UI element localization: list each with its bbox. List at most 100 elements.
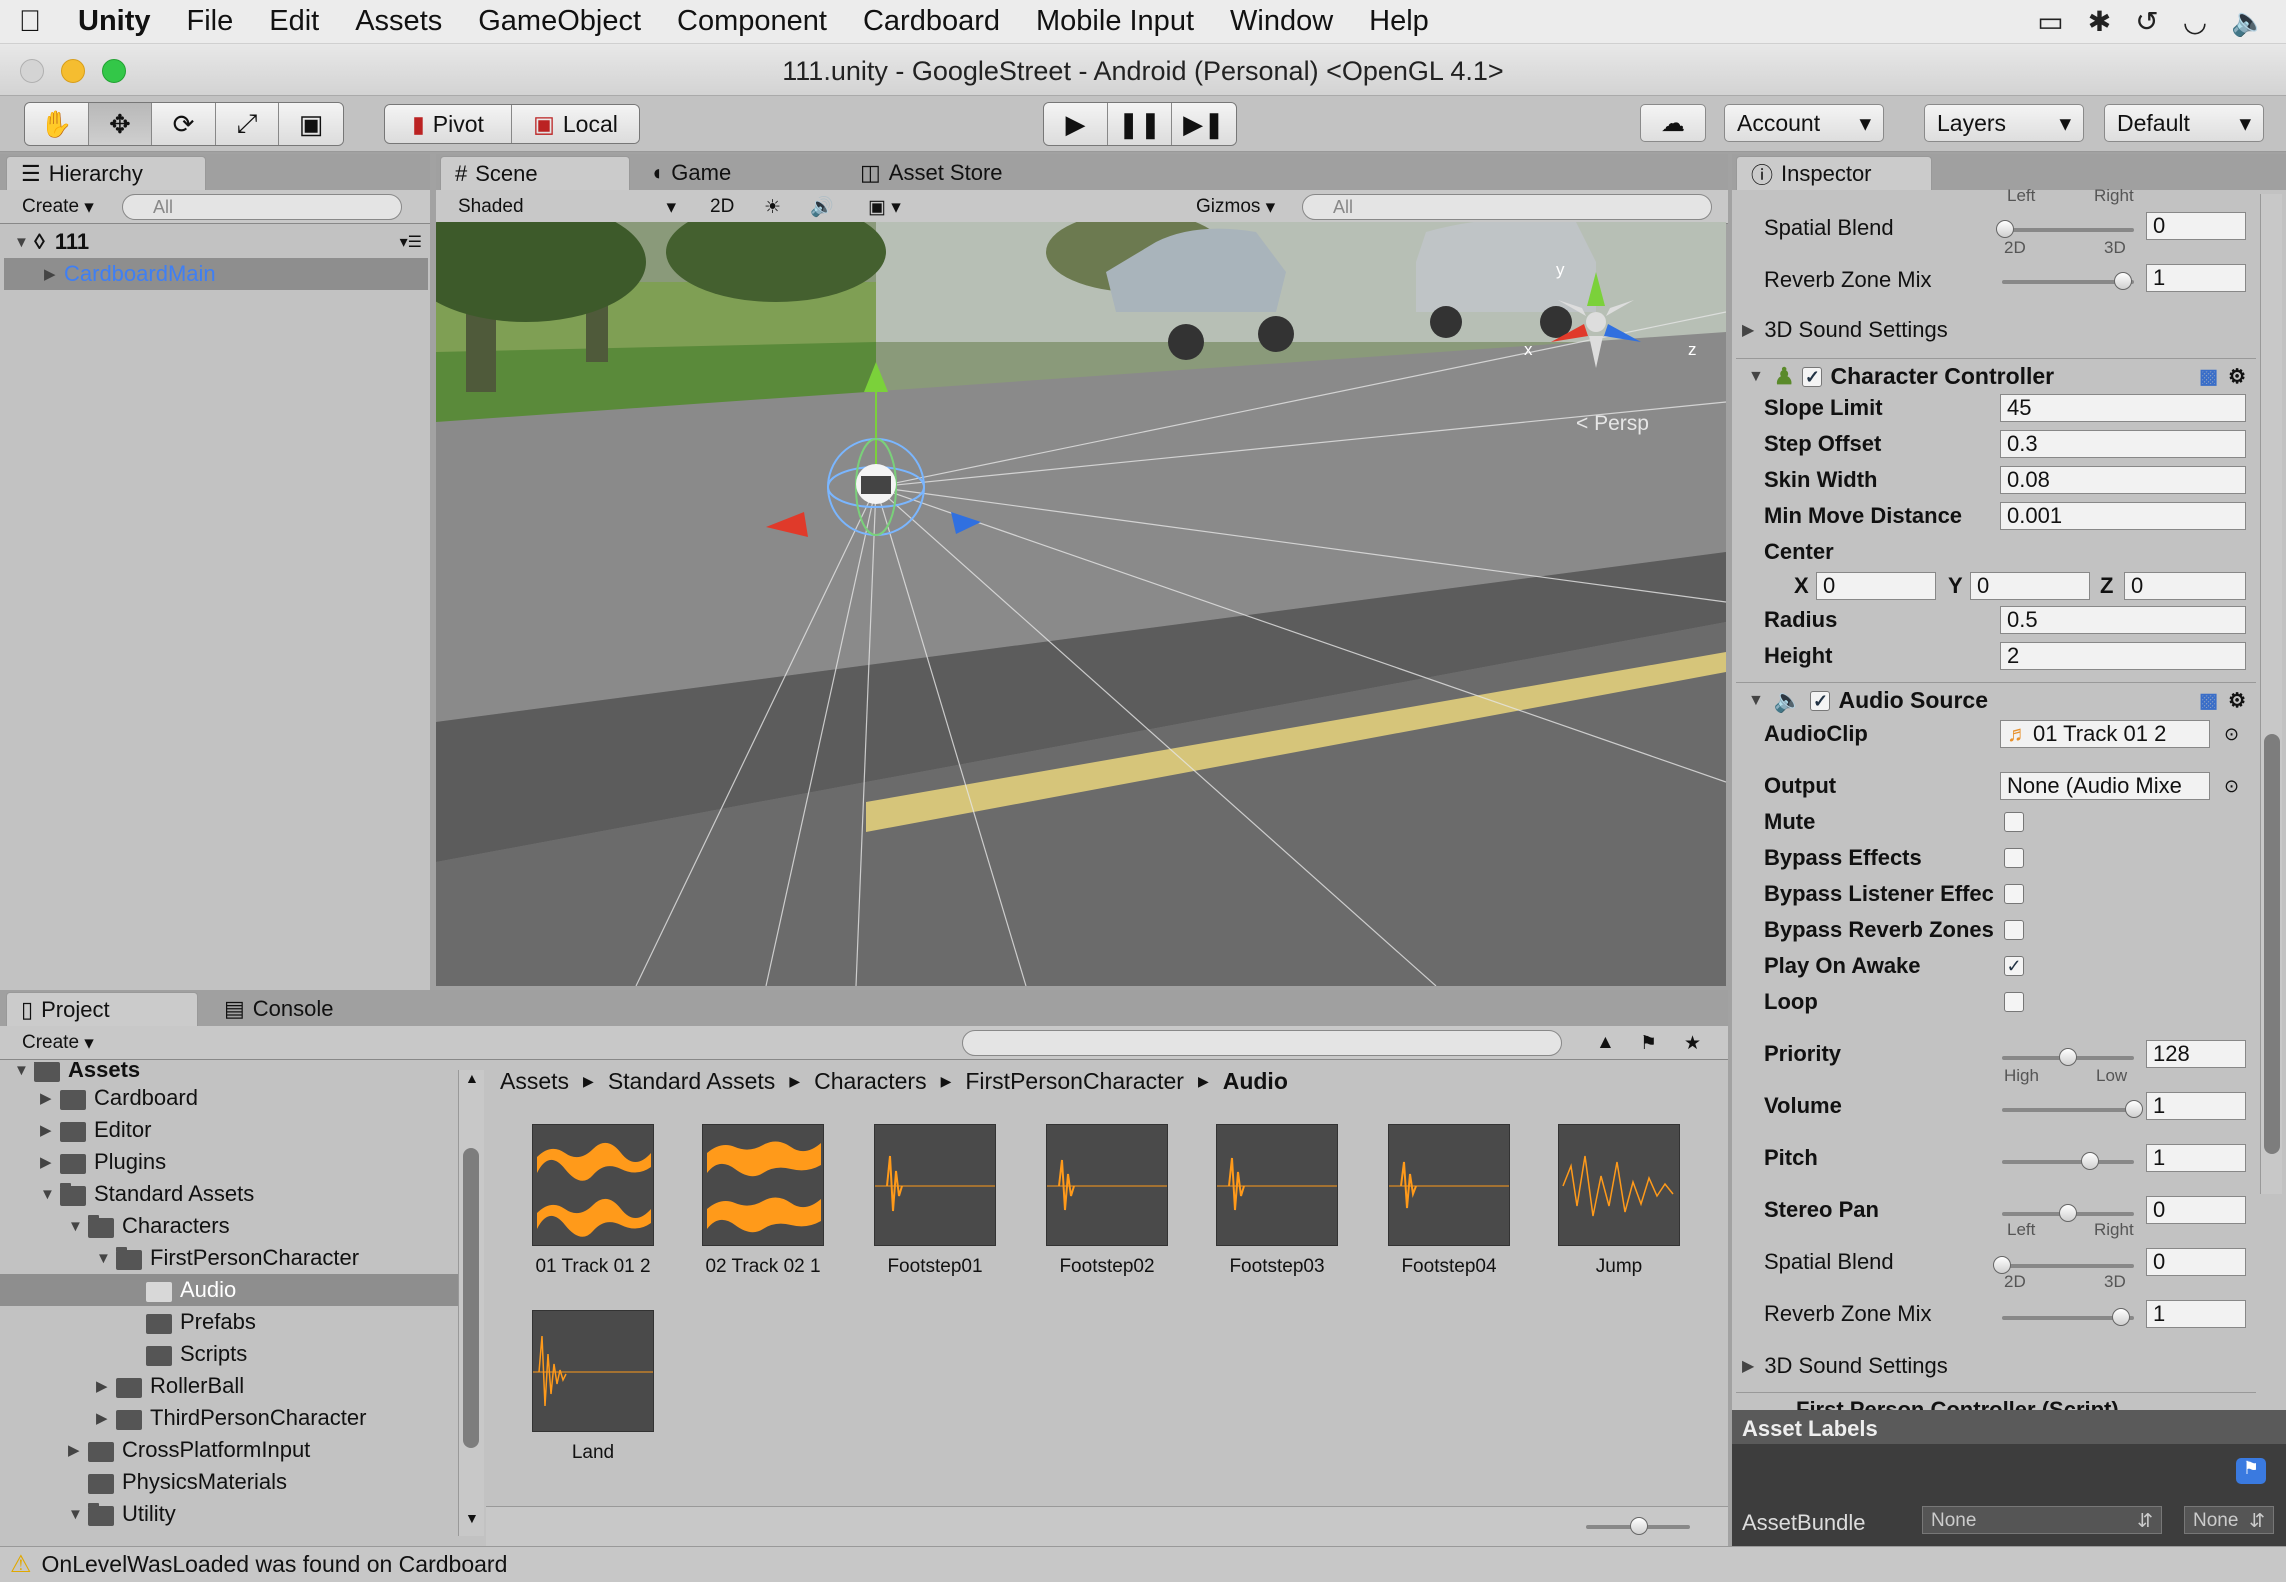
object-picker-icon[interactable]: ⊙ [2224,724,2239,745]
scroll-up-icon[interactable]: ▲ [465,1070,479,1086]
next-component-header[interactable]: First Person Controller (Script) [1736,1392,2256,1410]
collapse-arrow-icon[interactable]: ▼ [40,1186,60,1203]
bypass-reverb-checkbox[interactable] [2004,920,2024,940]
assetbundle-dropdown[interactable]: None ⇵ [1922,1506,2162,1534]
status-bar[interactable]: ⚠ OnLevelWasLoaded was found on Cardboar… [0,1546,2286,1582]
expand-arrow-icon[interactable]: ▶ [40,1089,60,1107]
rotate-tool-icon[interactable]: ⟳ [152,103,216,145]
pitch-slider[interactable] [2002,1152,2134,1170]
asset-jump[interactable]: Jump [1544,1124,1694,1278]
center-x-field[interactable]: 0 [1816,572,1936,600]
filter-label-icon[interactable]: ⚑ [1632,1030,1665,1056]
layout-dropdown[interactable]: Default ▾ [2104,104,2264,142]
time-machine-icon[interactable]: ↺ [2135,5,2158,38]
expand-arrow-icon[interactable]: ▶ [40,1121,60,1139]
character-controller-enabled-checkbox[interactable]: ✓ [1802,366,1823,387]
collapse-arrow-icon[interactable]: ▼ [68,1506,88,1523]
breadcrumb-audio[interactable]: Audio [1223,1068,1288,1095]
menu-help[interactable]: Help [1351,5,1447,38]
tree-standard-assets[interactable]: ▼ Standard Assets [40,1178,254,1210]
gear-icon[interactable]: ⚙ [2228,364,2246,389]
shading-dropdown[interactable]: Shaded ▾ [450,194,684,220]
tree-rollerball[interactable]: ▶ RollerBall [96,1370,244,1402]
scale-tool-icon[interactable]: ⤢ [215,103,280,145]
audio-toggle-icon[interactable]: 🔊 [802,194,842,220]
filter-type-icon[interactable]: ▲ [1588,1030,1623,1056]
tab-game[interactable]: ◖ Game [636,156,745,190]
local-button[interactable]: ▣ Local [512,105,639,143]
priority-field[interactable]: 128 [2146,1040,2246,1068]
spatial-blend-top-slider[interactable] [1996,220,2134,238]
favorites-star-icon[interactable]: ★ [1676,1030,1709,1056]
tree-utility[interactable]: ▼ Utility [68,1498,176,1530]
scene-search-input[interactable]: All [1302,194,1712,220]
step-offset-field[interactable]: 0.3 [2000,430,2246,458]
tab-asset-store[interactable]: ◫ Asset Store [846,156,1017,190]
bluetooth-icon[interactable]: ✱ [2088,5,2111,38]
tree-firstpersoncharacter[interactable]: ▼ FirstPersonCharacter [96,1242,359,1274]
project-search-input[interactable] [962,1030,1562,1056]
variant-dropdown[interactable]: None ⇵ [2184,1506,2274,1534]
character-controller-header[interactable]: ▼ ♟ ✓ Character Controller ▩ ⚙ [1736,358,2256,394]
step-icon[interactable]: ▶❚ [1172,103,1236,145]
tab-inspector[interactable]: ⓘ Inspector [1736,156,1932,190]
gear-icon[interactable]: ⚙ [2228,688,2246,713]
reverb-top-slider[interactable] [2002,272,2134,290]
apple-icon[interactable]:  [0,5,60,39]
output-field[interactable]: None (Audio Mixe [2000,772,2210,800]
cloud-icon[interactable]: ☁ [1640,104,1706,142]
expand-arrow-icon[interactable]: ▼ [1748,692,1764,710]
foldout-3d-sound[interactable]: ▶ 3D Sound Settings [1742,1350,1948,1382]
expand-arrow-icon[interactable]: ▶ [96,1377,116,1395]
height-field[interactable]: 2 [2000,642,2246,670]
menu-file[interactable]: File [169,5,252,38]
expand-arrow-icon[interactable]: ▶ [40,1153,60,1171]
radius-field[interactable]: 0.5 [2000,606,2246,634]
breadcrumb-firstpersoncharacter[interactable]: FirstPersonCharacter [965,1068,1184,1095]
tab-scene[interactable]: # Scene [440,156,630,190]
tree-prefabs[interactable]: Prefabs [146,1306,256,1338]
expand-arrow-icon[interactable]: ▶ [68,1441,88,1459]
menu-window[interactable]: Window [1212,5,1351,38]
play-on-awake-checkbox[interactable]: ✓ [2004,956,2024,976]
inspector-scrollbar-thumb[interactable] [2264,734,2280,1154]
layers-dropdown[interactable]: Layers ▾ [1924,104,2084,142]
move-tool-icon[interactable]: ✥ [88,103,153,145]
reverb-zone-mix-field[interactable]: 1 [2146,1300,2246,1328]
bypass-effects-checkbox[interactable] [2004,848,2024,868]
gizmos-dropdown[interactable]: Gizmos ▾ [1188,194,1283,220]
breadcrumb-assets[interactable]: Assets [500,1068,569,1095]
reverb-top-field[interactable]: 1 [2146,264,2246,292]
mute-checkbox[interactable] [2004,812,2024,832]
tree-scrollbar[interactable]: ▲ ▼ [458,1070,484,1536]
tab-project[interactable]: ▯ Project [6,992,198,1026]
project-create-button[interactable]: Create ▾ [14,1030,102,1056]
volume-field[interactable]: 1 [2146,1092,2246,1120]
tab-console[interactable]: ▤ Console [210,992,348,1026]
lighting-toggle-icon[interactable]: ☀ [756,194,789,220]
pitch-field[interactable]: 1 [2146,1144,2246,1172]
scene-menu-icon[interactable]: ▾☰ [400,232,422,252]
effects-toggle-icon[interactable]: ▣ ▾ [860,194,909,220]
bypass-listener-checkbox[interactable] [2004,884,2024,904]
scene-viewport[interactable]: y x z < Persp [436,222,1726,986]
center-z-field[interactable]: 0 [2124,572,2246,600]
spatial-blend-field[interactable]: 0 [2146,1248,2246,1276]
menu-assets[interactable]: Assets [337,5,460,38]
tree-physicsmaterials[interactable]: PhysicsMaterials [88,1466,287,1498]
menu-gameobject[interactable]: GameObject [460,5,659,38]
airplay-icon[interactable]: ▭ [2037,5,2063,38]
menu-mobile-input[interactable]: Mobile Input [1018,5,1212,38]
menu-component[interactable]: Component [659,5,845,38]
hierarchy-create-button[interactable]: Create ▾ [14,194,102,220]
scroll-down-icon[interactable]: ▼ [465,1510,479,1526]
asset-footstep03[interactable]: Footstep03 [1202,1124,1352,1278]
asset-footstep04[interactable]: Footstep04 [1374,1124,1524,1278]
hierarchy-search-input[interactable]: All [122,194,402,220]
hierarchy-item-cardboardmain[interactable]: ▶ CardboardMain [4,258,428,290]
spatial-blend-slider[interactable] [1993,1256,2134,1274]
audio-source-header[interactable]: ▼ 🔈 ✓ Audio Source ▩ ⚙ [1736,682,2256,718]
stereo-pan-field[interactable]: 0 [2146,1196,2246,1224]
wifi-icon[interactable]: ◡ [2183,5,2207,38]
collapse-arrow-icon[interactable]: ▶ [44,265,64,283]
